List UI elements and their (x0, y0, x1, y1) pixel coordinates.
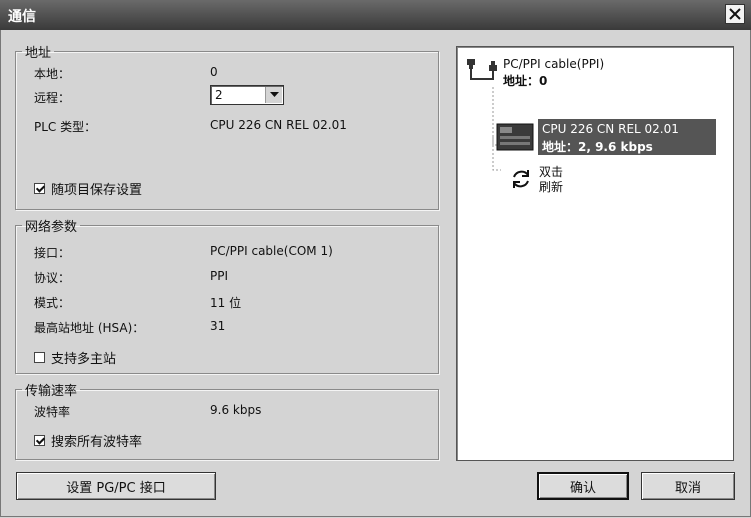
cpu-module-icon (496, 123, 534, 151)
ppi-cable-icon (467, 59, 497, 80)
dropdown-arrow-button[interactable] (265, 87, 282, 103)
address-legend: 地址 (25, 46, 52, 61)
chevron-down-icon (269, 92, 279, 97)
close-icon (729, 8, 741, 20)
plc-type-value: CPU 226 CN REL 02.01 (210, 118, 347, 132)
window-title: 通信 (8, 9, 36, 25)
save-settings-label: 随项目保存设置 (51, 183, 143, 198)
hsa-value: 31 (210, 319, 226, 333)
communication-dialog: 地址 本地： 0 远程： 2 PLC 类型： CPU 226 CN REL 02… (0, 30, 751, 517)
search-all-baud-checkbox[interactable]: 搜索所有波特率 (34, 431, 142, 450)
baud-rate-legend: 传输速率 (25, 384, 78, 399)
cpu-address: 地址：2, 9.6 kbps (542, 140, 653, 154)
tree-node-cable[interactable]: PC/PPI cable(PPI) 地址：0 (465, 57, 665, 89)
tree-connector-lines (492, 87, 501, 171)
cancel-button[interactable]: 取消 (641, 472, 735, 500)
checkbox-box[interactable] (34, 183, 45, 194)
baud-rate-label: 波特率 (34, 405, 71, 419)
interface-value: PC/PPI cable(COM 1) (210, 244, 333, 258)
baud-rate-value: 9.6 kbps (210, 403, 262, 417)
protocol-label: 协议： (34, 271, 71, 285)
multi-master-label: 支持多主站 (51, 352, 117, 367)
search-all-baud-label: 搜索所有波特率 (51, 435, 143, 450)
refresh-icon (513, 170, 529, 188)
title-bar[interactable]: 通信 (0, 0, 751, 31)
network-legend: 网络参数 (25, 220, 78, 235)
cpu-name: CPU 226 CN REL 02.01 (542, 122, 679, 136)
multi-master-checkbox[interactable]: 支持多主站 (34, 348, 116, 367)
set-pg-pc-interface-button[interactable]: 设置 PG/PC 接口 (16, 472, 216, 500)
cable-name: PC/PPI cable(PPI) (503, 57, 605, 71)
checkbox-box[interactable] (34, 435, 45, 446)
remote-label: 远程： (34, 91, 71, 105)
local-label: 本地： (34, 67, 71, 81)
ok-button[interactable]: 确认 (537, 472, 629, 500)
remote-address-value: 2 (215, 88, 223, 102)
local-value: 0 (210, 65, 218, 79)
protocol-value: PPI (210, 269, 229, 283)
refresh-line2: 刷新 (539, 180, 564, 194)
mode-label: 模式： (34, 296, 71, 310)
save-settings-checkbox[interactable]: 随项目保存设置 (34, 179, 142, 198)
remote-address-select[interactable]: 2 (210, 85, 284, 105)
checkbox-box[interactable] (34, 352, 45, 363)
plc-type-label: PLC 类型： (34, 120, 97, 134)
tree-node-cpu[interactable]: CPU 226 CN REL 02.01 地址：2, 9.6 kbps (496, 119, 716, 155)
network-tree-view[interactable]: PC/PPI cable(PPI) 地址：0 CPU 226 CN REL 02… (456, 46, 734, 461)
hsa-label: 最高站地址 (HSA)： (34, 321, 145, 335)
cable-address: 地址：0 (503, 74, 548, 88)
tree-node-refresh[interactable]: 双击 刷新 (501, 163, 621, 197)
close-button[interactable] (725, 4, 745, 24)
interface-label: 接口： (34, 246, 71, 260)
mode-value: 11 位 (210, 296, 242, 310)
